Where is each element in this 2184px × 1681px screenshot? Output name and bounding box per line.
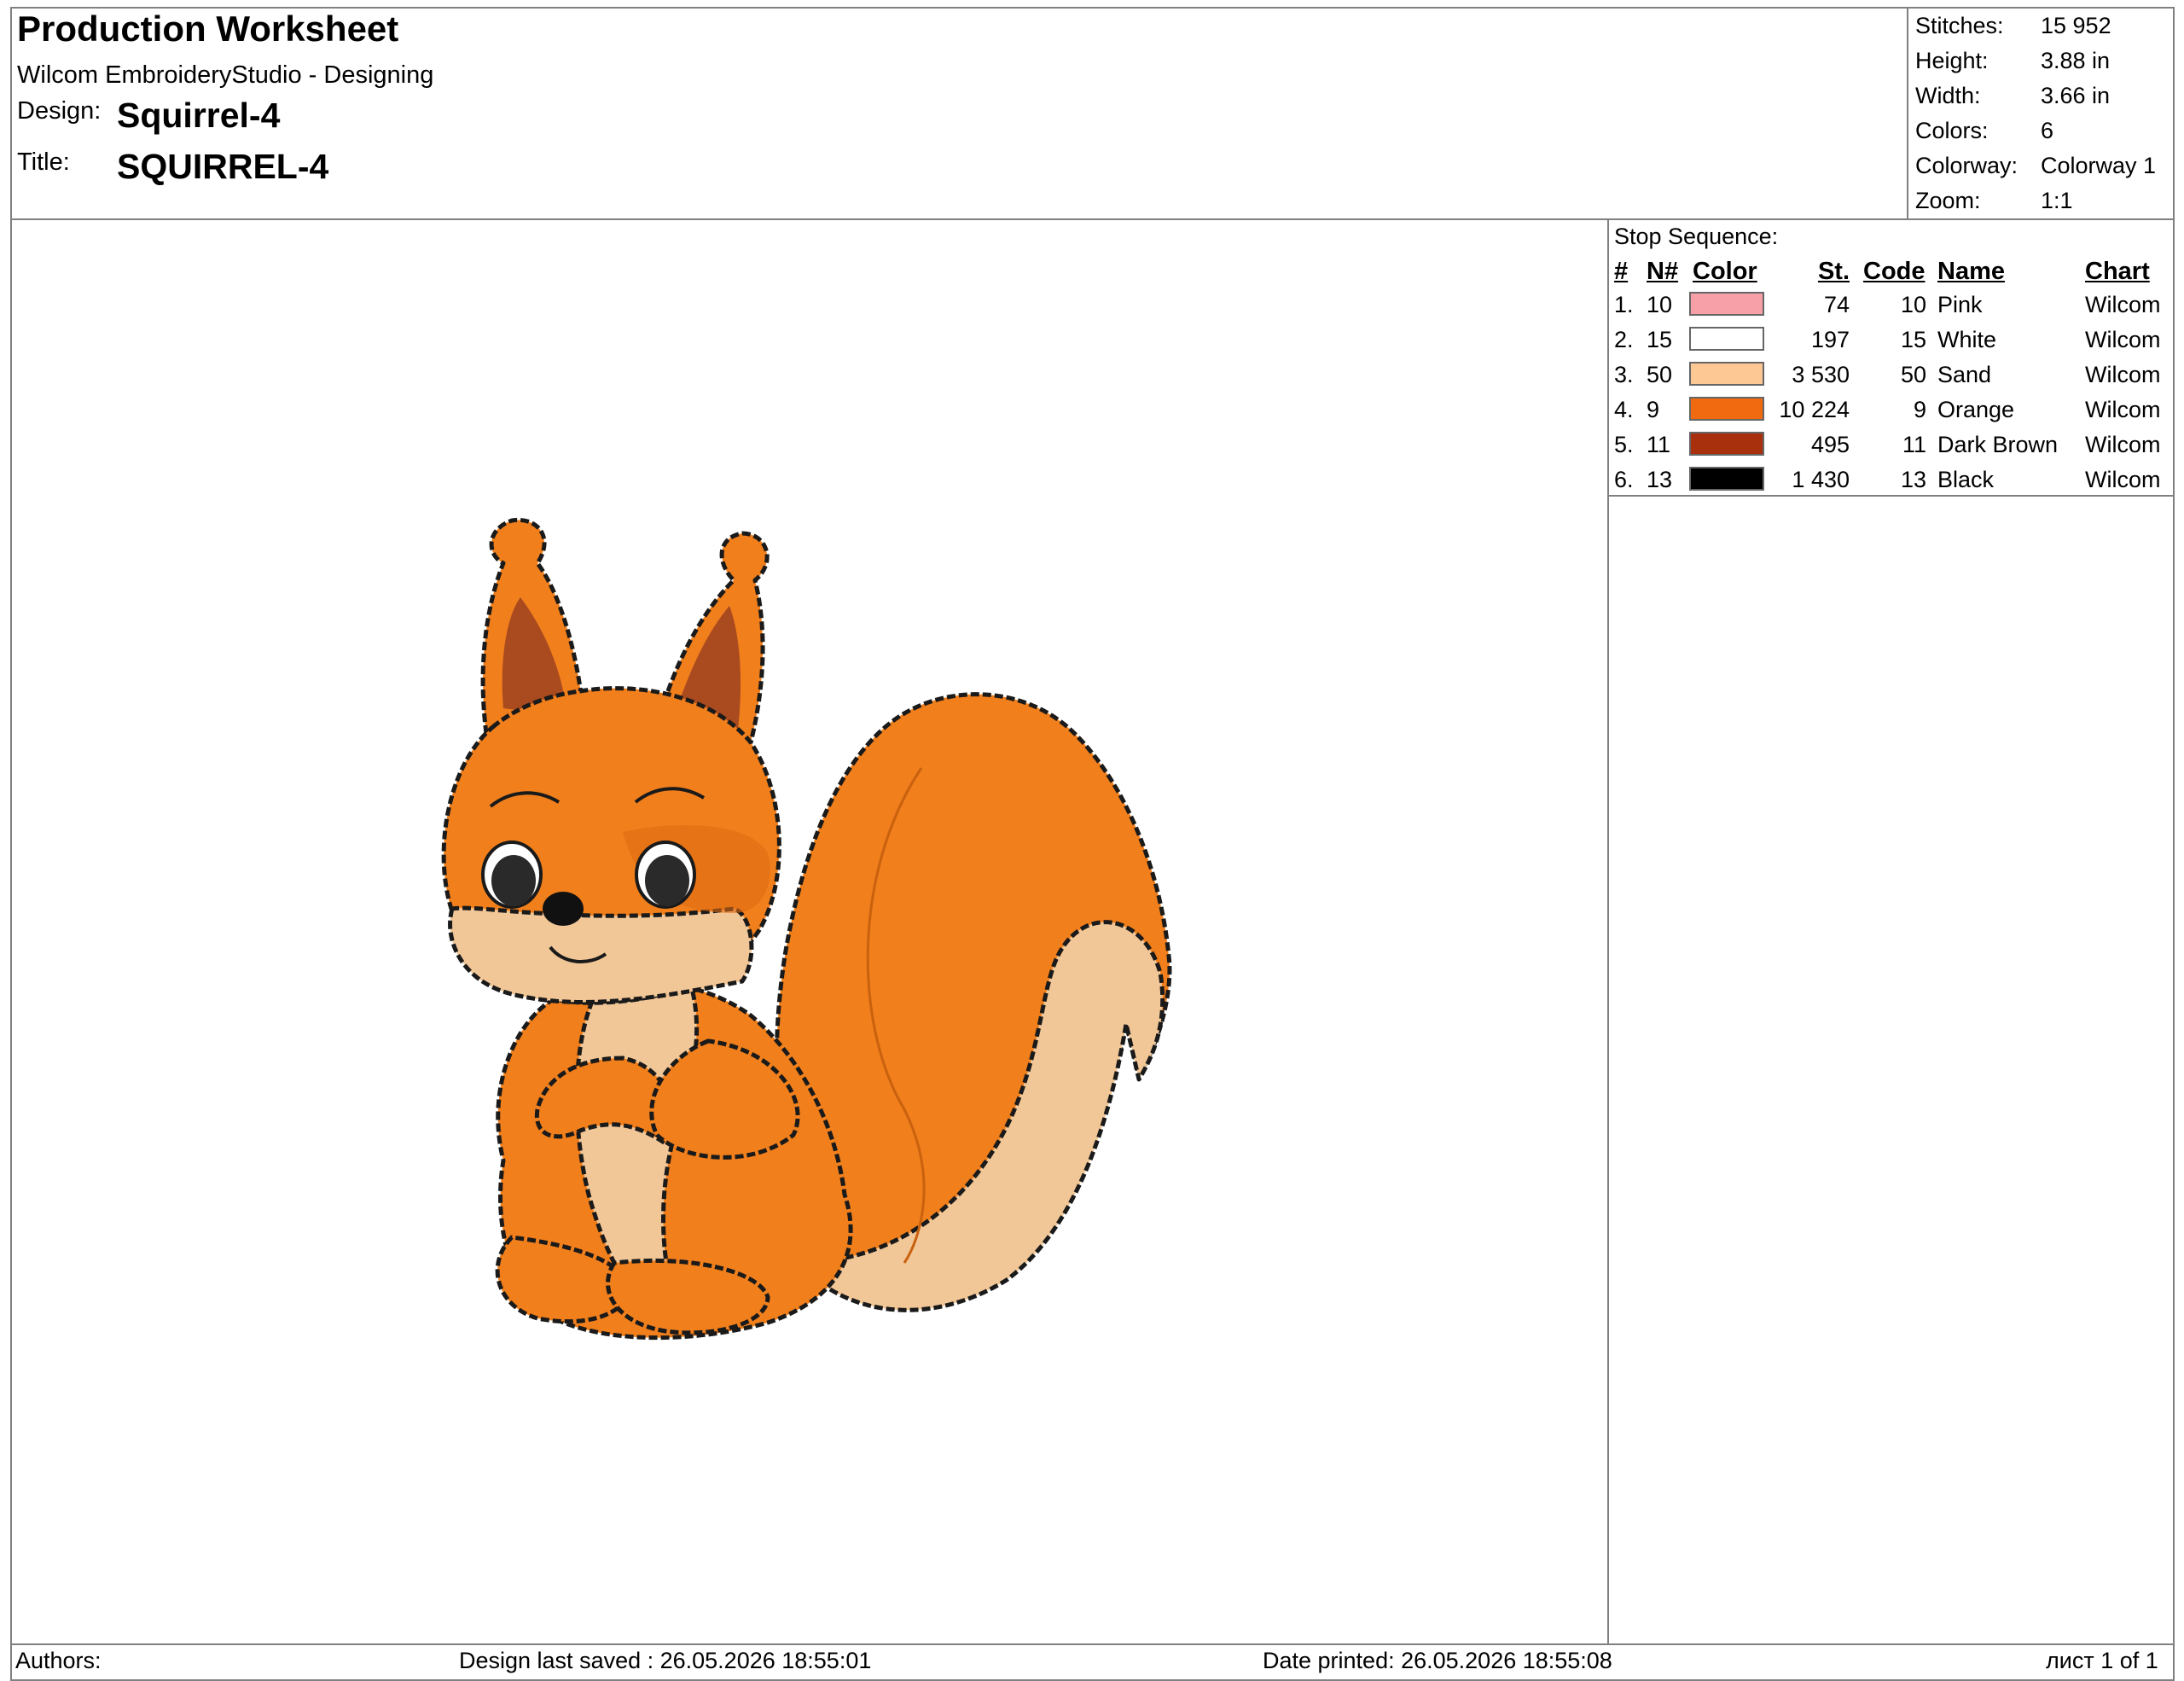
footer-authors: Authors:	[15, 1648, 102, 1673]
row-code: 11	[1902, 432, 1926, 457]
stat-colorway-value: Colorway 1	[2041, 153, 2157, 178]
row-stitches: 74	[1823, 292, 1850, 317]
row-name: Dark Brown	[1937, 432, 2059, 457]
row-chart: Wilcom	[2085, 432, 2161, 457]
embroidery-design-preview	[441, 517, 1172, 1341]
row-chart: Wilcom	[2085, 397, 2161, 422]
row-code: 13	[1900, 467, 1926, 492]
row-num: 2.	[1614, 327, 1634, 352]
row-n: 13	[1647, 467, 1673, 492]
app-name: Wilcom EmbroideryStudio - Designing	[17, 61, 434, 89]
row-chart: Wilcom	[2085, 362, 2161, 387]
pupil-left	[491, 855, 536, 906]
title-label: Title:	[17, 148, 70, 176]
col-header-n: N#	[1647, 258, 1679, 285]
row-chart: Wilcom	[2085, 292, 2161, 317]
footer-frame	[10, 1643, 2175, 1681]
color-swatch	[1689, 397, 1764, 421]
stat-height-label: Height:	[1915, 48, 1989, 73]
color-swatch	[1689, 467, 1764, 491]
color-swatch	[1689, 292, 1764, 316]
row-stitches: 197	[1810, 327, 1850, 352]
row-n: 9	[1647, 397, 1660, 422]
row-n: 11	[1647, 432, 1671, 457]
row-name: Black	[1937, 467, 1995, 492]
row-code: 9	[1913, 397, 1926, 422]
stop-sequence-title: Stop Sequence:	[1614, 224, 1779, 249]
stat-colors-value: 6	[2041, 118, 2054, 143]
row-num: 4.	[1614, 397, 1634, 422]
nose	[543, 892, 584, 926]
row-num: 5.	[1614, 432, 1634, 457]
row-num: 6.	[1614, 467, 1634, 492]
row-stitches: 1 430	[1792, 467, 1850, 492]
color-swatch	[1689, 362, 1764, 386]
col-header-st: St.	[1817, 258, 1850, 285]
design-label: Design:	[17, 97, 102, 125]
worksheet-title: Production Worksheet	[17, 9, 399, 49]
row-stitches: 3 530	[1792, 362, 1850, 387]
title-value: SQUIRREL-4	[117, 147, 329, 186]
col-header-num: #	[1614, 258, 1629, 285]
color-swatch	[1689, 327, 1764, 351]
row-code: 50	[1900, 362, 1926, 387]
stat-zoom-label: Zoom:	[1915, 188, 1981, 213]
pupil-right	[645, 855, 689, 906]
stat-colors-label: Colors:	[1915, 118, 1989, 143]
row-chart: Wilcom	[2085, 327, 2161, 352]
stat-width-label: Width:	[1915, 83, 1981, 108]
col-header-color: Color	[1693, 258, 1757, 285]
row-name: Pink	[1937, 292, 1983, 317]
row-code: 10	[1900, 292, 1926, 317]
row-stitches: 10 224	[1779, 397, 1850, 422]
side-panel-frame	[1607, 495, 2175, 1645]
stat-width-value: 3.66 in	[2041, 83, 2111, 108]
stat-stitches-value: 15 952	[2041, 13, 2111, 38]
stat-zoom-value: 1:1	[2041, 188, 2073, 213]
row-num: 3.	[1614, 362, 1634, 387]
stat-stitches-label: Stitches:	[1915, 13, 2004, 38]
col-header-chart: Chart	[2085, 258, 2150, 285]
row-name: Sand	[1937, 362, 1992, 387]
stat-colorway-label: Colorway:	[1915, 153, 2018, 178]
color-swatch	[1689, 432, 1764, 456]
footer-printed: Date printed: 26.05.2026 18:55:08	[1263, 1648, 1612, 1673]
design-value: Squirrel-4	[117, 96, 281, 135]
row-code: 15	[1900, 327, 1926, 352]
row-chart: Wilcom	[2085, 467, 2161, 492]
footer-saved: Design last saved : 26.05.2026 18:55:01	[459, 1648, 872, 1673]
stat-height-value: 3.88 in	[2041, 48, 2111, 73]
row-n: 10	[1647, 292, 1673, 317]
row-num: 1.	[1614, 292, 1634, 317]
col-header-name: Name	[1937, 258, 2005, 285]
row-n: 50	[1647, 362, 1673, 387]
row-name: Orange	[1937, 397, 2015, 422]
row-n: 15	[1647, 327, 1673, 352]
col-header-code: Code	[1863, 258, 1926, 285]
footer-page: лист 1 of 1	[2046, 1648, 2158, 1673]
row-stitches: 495	[1810, 432, 1850, 457]
row-name: White	[1937, 327, 1997, 352]
